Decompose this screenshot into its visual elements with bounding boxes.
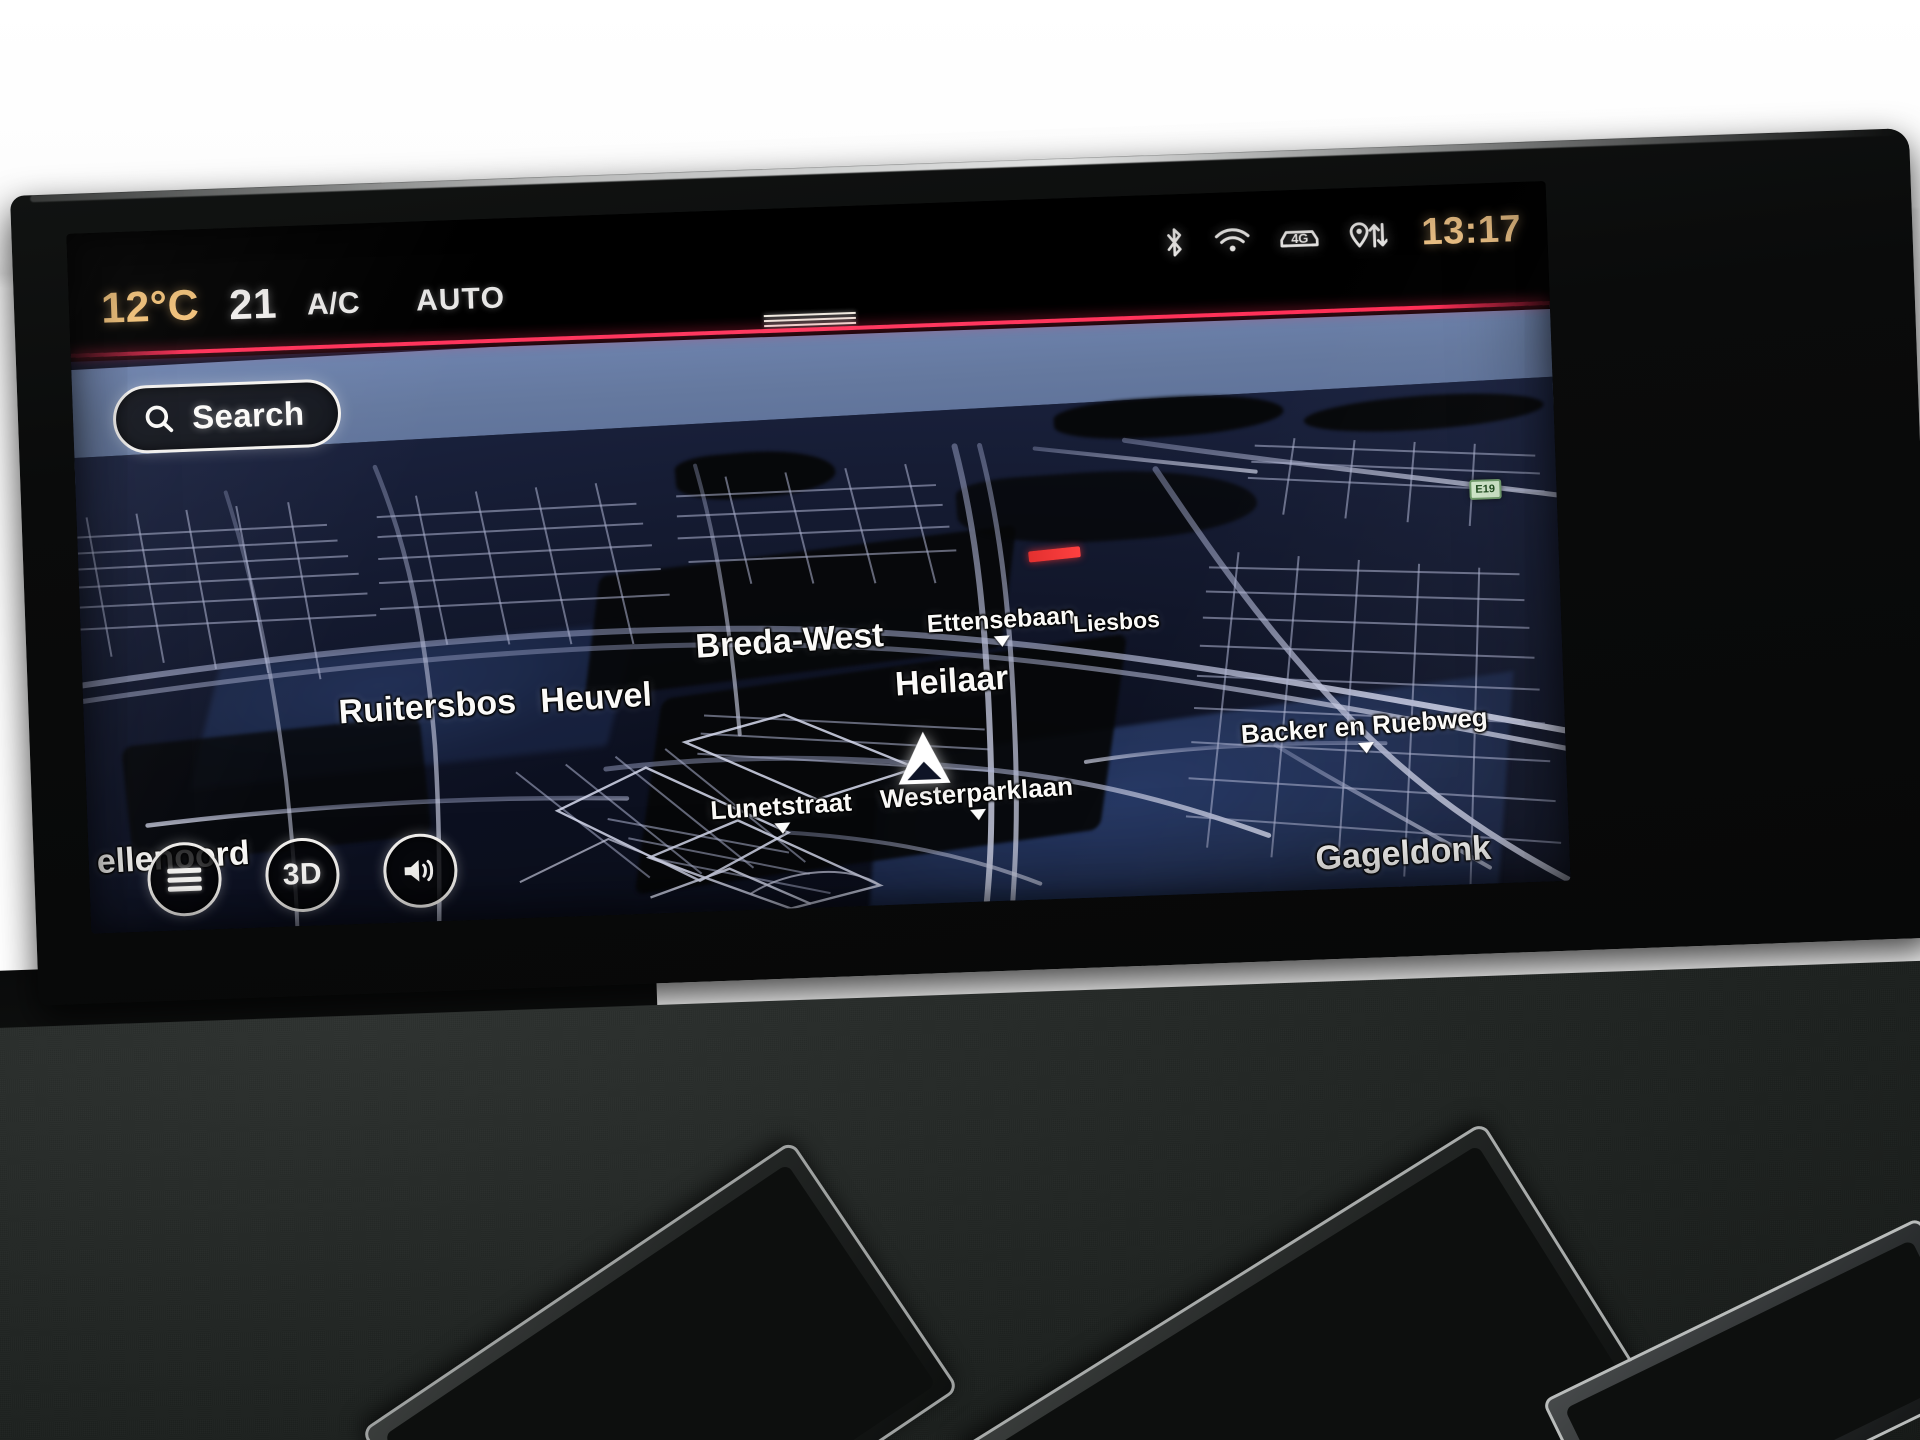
ac-toggle[interactable]: A/C [306,287,360,327]
volume-button[interactable] [382,832,459,910]
outside-temperature: 12°C [100,281,200,333]
map-label-heuvel[interactable]: Heuvel [539,675,653,721]
system-icons: 4G 13:17 [1161,208,1522,264]
search-icon [141,401,176,436]
wifi-icon[interactable] [1213,224,1252,255]
network-badge: 4G [1290,230,1309,246]
search-button[interactable]: Search [111,378,343,455]
search-button-label: Search [191,394,306,436]
vehicle-position-arrow [896,730,951,785]
photo-scene: E19 Ruitersbos Heuvel Breda-West Ettense… [0,0,1920,1440]
set-temperature[interactable]: 21 [228,280,277,330]
location-sharing-icon[interactable] [1347,218,1389,251]
infotainment-unit: E19 Ruitersbos Heuvel Breda-West Ettense… [10,128,1920,1006]
clock: 13:17 [1420,207,1522,254]
climate-control-bar[interactable]: 12°C 21 A/C AUTO [100,270,506,333]
touchscreen[interactable]: E19 Ruitersbos Heuvel Breda-West Ettense… [66,181,1571,934]
navigation-map[interactable]: E19 Ruitersbos Heuvel Breda-West Ettense… [70,304,1571,934]
hamburger-menu-icon [167,863,202,895]
menu-button[interactable] [146,840,223,918]
map-label-heilaar[interactable]: Heilaar [894,659,1010,705]
highway-shield: E19 [1469,478,1502,500]
auto-climate-toggle[interactable]: AUTO [415,281,506,322]
view-mode-button[interactable]: 3D [264,836,341,914]
speaker-volume-icon [400,852,441,889]
3d-view-icon: 3D [282,857,323,892]
bluetooth-icon[interactable] [1161,224,1188,259]
connected-car-4g-icon[interactable]: 4G [1277,222,1322,254]
map-label-liesbos[interactable]: Liesbos [1072,606,1160,638]
map-control-bar: 3D [146,832,459,918]
